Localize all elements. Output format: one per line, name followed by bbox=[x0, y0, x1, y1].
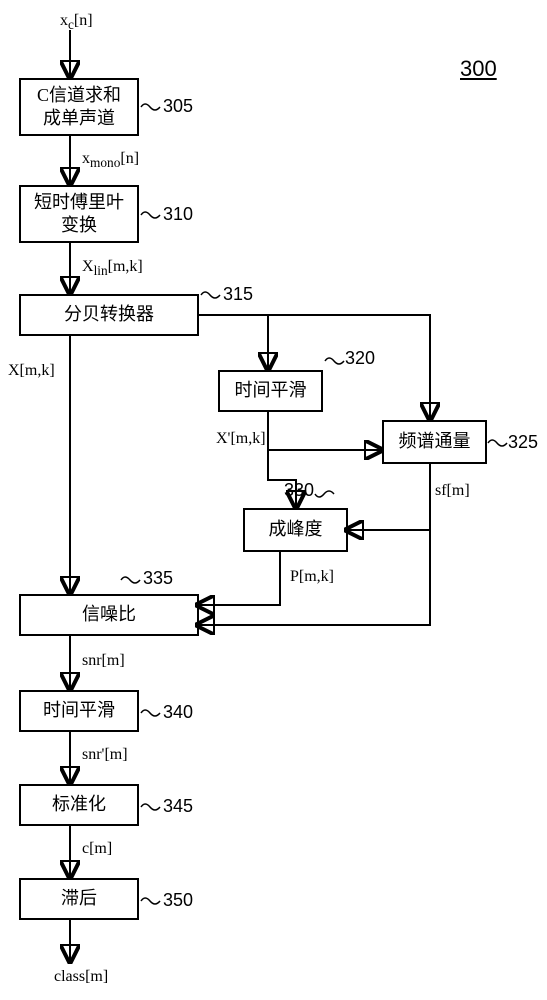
ref-320: 320 bbox=[345, 348, 375, 369]
block-330: 成峰度 bbox=[243, 508, 348, 552]
block-335-label: 信噪比 bbox=[82, 603, 136, 626]
block-350: 滞后 bbox=[19, 878, 139, 920]
signal-xprime: X'[m,k] bbox=[216, 430, 266, 448]
block-310: 短时傅里叶变换 bbox=[19, 185, 139, 243]
block-350-label: 滞后 bbox=[61, 887, 97, 910]
block-345: 标准化 bbox=[19, 784, 139, 826]
block-330-label: 成峰度 bbox=[269, 518, 323, 541]
block-315-label: 分贝转换器 bbox=[64, 303, 154, 326]
ref-335: 335 bbox=[143, 568, 173, 589]
signal-snrprime: snr'[m] bbox=[82, 746, 128, 764]
block-305-label: C信道求和成单声道 bbox=[31, 84, 127, 131]
block-340-label: 时间平滑 bbox=[43, 699, 115, 722]
block-320-label: 时间平滑 bbox=[235, 379, 307, 402]
ref-350: 350 bbox=[163, 890, 193, 911]
ref-315: 315 bbox=[223, 284, 253, 305]
block-340: 时间平滑 bbox=[19, 690, 139, 732]
signal-cm: c[m] bbox=[82, 840, 112, 858]
block-325-label: 频谱通量 bbox=[399, 430, 471, 453]
block-345-label: 标准化 bbox=[52, 793, 106, 816]
signal-classm: class[m] bbox=[54, 968, 108, 986]
signal-sf: sf[m] bbox=[435, 482, 470, 500]
ref-345: 345 bbox=[163, 796, 193, 817]
signal-xmono: xmono[n] bbox=[82, 150, 139, 171]
ref-340: 340 bbox=[163, 702, 193, 723]
signal-snr: snr[m] bbox=[82, 652, 125, 670]
signal-xlin: Xlin[m,k] bbox=[82, 258, 143, 279]
signal-xmk: X[m,k] bbox=[8, 362, 55, 380]
ref-310: 310 bbox=[163, 204, 193, 225]
ref-330: 330 bbox=[284, 480, 314, 501]
diagram-ref: 300 bbox=[460, 56, 497, 82]
input-signal-xc: xc[n] bbox=[60, 12, 93, 33]
block-305: C信道求和成单声道 bbox=[19, 78, 139, 136]
block-315: 分贝转换器 bbox=[19, 294, 199, 336]
ref-305: 305 bbox=[163, 96, 193, 117]
signal-pmk: P[m,k] bbox=[290, 568, 334, 586]
block-325: 频谱通量 bbox=[382, 420, 487, 464]
block-320: 时间平滑 bbox=[218, 370, 323, 412]
ref-325: 325 bbox=[508, 432, 538, 453]
block-310-label: 短时傅里叶变换 bbox=[31, 191, 127, 238]
block-335: 信噪比 bbox=[19, 594, 199, 636]
